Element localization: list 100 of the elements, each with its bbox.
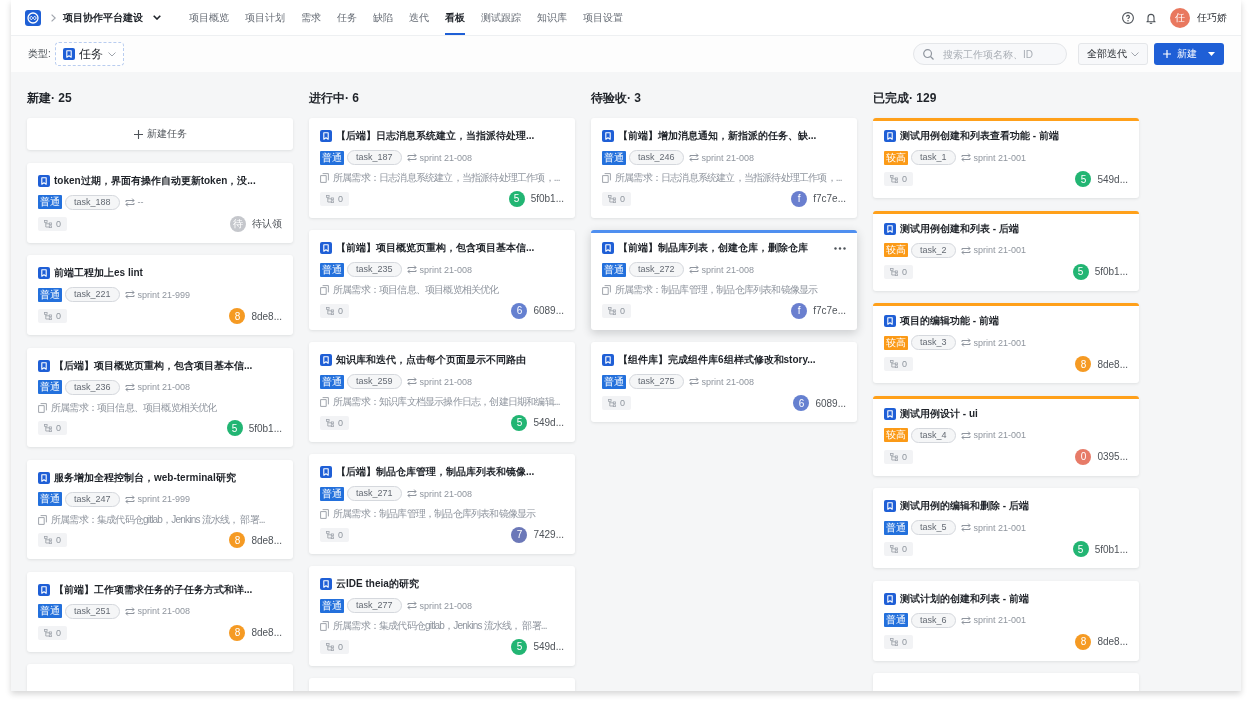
task-id: task_6 <box>911 612 956 628</box>
task-card[interactable]: 测试用例创建和列表 - 后端 较高 task_2 sprint 21-001 0 5 5f0b1... <box>873 210 1139 291</box>
search-field[interactable]: 搜索工作项名称、ID <box>913 43 1067 65</box>
nav-tab[interactable]: 项目计划 <box>245 0 285 35</box>
subtask-icon <box>326 194 334 203</box>
sprint-label: sprint 21-001 <box>973 430 1027 440</box>
user-avatar: 5 <box>226 420 243 436</box>
user-avatar: 8 <box>229 624 246 641</box>
priority-tag: 较高 <box>884 243 908 257</box>
nav-tab[interactable]: 项目概览 <box>189 0 229 35</box>
subtask-icon <box>890 267 898 276</box>
task-card[interactable]: 【前端】项目概览页重构，包含项目基本信... 普通 task_235 sprint 21-008 所属需求：项目信息、项目概览相关优化 0 6 6089... <box>309 230 575 330</box>
task-card[interactable]: 知识库和迭代，点击每个页面显示不同路由 普通 task_259 sprint 21-008 所属需求：知识库文档显示操作日志，创建日期和编辑... 0 5 549d... <box>309 342 575 442</box>
logo-icon[interactable] <box>25 9 41 26</box>
sprint-label: sprint 21-001 <box>973 245 1027 255</box>
subtask-count: 0 <box>902 544 907 554</box>
nav-tab[interactable]: 需求 <box>301 0 321 35</box>
task-card[interactable]: 【组件库】完成组件库6组样式修改和story... 普通 task_275 sprint 21-008 0 6 6089... <box>591 342 857 422</box>
assignee-name: 8de8... <box>1097 358 1128 370</box>
task-card[interactable]: 项目的编辑功能 - 前端 较高 task_3 sprint 21-001 0 8 8de8... <box>873 303 1139 383</box>
task-card[interactable]: 【前端】制品库列表，创建仓库，删除仓库 普通 task_272 sprint 21-008 所属需求：制品库管理，制品仓库列表和镜像显示 0 f f7c7e... <box>591 230 857 330</box>
task-card[interactable]: 测试计划的创建和列表 - 前端 普通 task_6 sprint 21-001 0 8 8de8... <box>873 580 1139 661</box>
sprint-label: sprint 21-008 <box>137 382 191 392</box>
task-id: task_259 <box>347 374 402 389</box>
priority-tag: 普通 <box>38 604 62 618</box>
user-name[interactable]: 任巧娇 <box>1197 10 1227 25</box>
bookmark-icon <box>38 583 50 596</box>
subtask-count: 0 <box>902 451 907 462</box>
assignee-name: 5f0b1... <box>1094 266 1128 277</box>
column-title: 进行中· 6 <box>309 90 359 106</box>
task-id: task_247 <box>65 491 120 507</box>
task-id: task_277 <box>347 598 402 613</box>
task-id: task_221 <box>65 287 120 302</box>
subtask-icon <box>890 452 898 461</box>
task-card[interactable]: 测试用例设计 - ui 较高 task_4 sprint 21-001 0 0 0395... <box>873 395 1139 476</box>
bookmark-icon <box>884 222 896 235</box>
bookmark-icon <box>320 354 332 366</box>
task-card[interactable]: 【后端】项目概览页重构，包含项目基本信... 普通 task_236 sprint 21-008 所属需求：项目信息、项目概览相关优化 0 5 5f0b1... <box>27 347 293 447</box>
card-title: 前端工程加上es lint <box>54 266 143 280</box>
chevron-down-icon <box>1131 51 1139 57</box>
subtask-icon <box>44 628 52 637</box>
task-card[interactable]: 云IDE theia的研究 普通 task_277 sprint 21-008 所属需求：集成代码仓gitlab，Jenkins 流水线， 部署... 0 5 549d... <box>309 566 575 666</box>
requirement-text: 所属需求：制品库管理，制品仓库列表和镜像显示 <box>615 283 818 297</box>
chevron-down-icon <box>153 15 161 20</box>
subtask-icon <box>890 637 898 646</box>
user-avatar: 5 <box>511 414 528 431</box>
sprint-label: sprint 21-008 <box>137 606 191 616</box>
document-icon <box>320 509 329 519</box>
priority-tag: 普通 <box>602 262 626 277</box>
help-icon[interactable] <box>1122 11 1134 24</box>
assignee-name: 8de8... <box>251 310 282 322</box>
task-card[interactable]: 【后端】日志消息系统建立，当指派待处理... 普通 task_187 sprint 21-008 所属需求：日志消息系统建立，当指派待处理工作项，... 0 5 5f0b1... <box>309 118 575 218</box>
subtask-count: 0 <box>56 218 61 229</box>
iteration-select[interactable]: 全部迭代 <box>1078 43 1148 65</box>
subtask-icon <box>608 399 616 407</box>
repeat-icon <box>960 153 971 162</box>
requirement-text: 所属需求：知识库文档显示操作日志，创建日期和编辑... <box>333 395 560 409</box>
assignee-name: 5f0b1... <box>1094 543 1128 555</box>
subtask-icon <box>44 219 52 228</box>
bell-icon[interactable] <box>1145 11 1157 24</box>
priority-tag: 普通 <box>320 150 344 165</box>
new-button[interactable]: 新建 <box>1154 43 1224 65</box>
bookmark-icon <box>602 130 614 142</box>
repeat-icon <box>124 606 135 616</box>
task-card[interactable]: 测试用例的编辑和删除 - 后端 普通 task_5 sprint 21-001 0 5 5f0b1... <box>873 488 1139 568</box>
task-id: task_5 <box>911 520 956 535</box>
task-card[interactable]: 服务增加全程控制台，web-terminal研究 普通 task_247 sprint 21-999 所属需求：集成代码仓gitlab，Jenkins 流水线， 部署... 0 8 8de8... <box>27 459 293 559</box>
add-task-button[interactable]: 新建任务 <box>27 118 293 150</box>
repeat-icon <box>688 153 699 162</box>
task-card[interactable]: 前端工程加上es lint 普通 task_221 sprint 21-999 0 8 8de8... <box>27 255 293 335</box>
subtask-count: 0 <box>338 529 343 540</box>
assignee-name: f7c7e... <box>813 305 846 316</box>
type-select[interactable]: 任务 <box>54 42 124 66</box>
subtask-icon <box>608 306 616 315</box>
nav-tab[interactable]: 迭代 <box>409 0 429 35</box>
nav-tab[interactable]: 测试跟踪 <box>481 0 521 35</box>
subtask-count: 0 <box>902 636 907 647</box>
priority-tag: 较高 <box>884 428 908 442</box>
task-card[interactable]: 【前端】增加消息通知，新指派的任务、缺... 普通 task_246 sprint 21-008 所属需求：日志消息系统建立，当指派待处理工作项，... 0 f f7c7e... <box>591 118 857 218</box>
task-card[interactable]: 【后端】制品仓库管理，制品库列表和镜像... 普通 task_271 sprint 21-008 所属需求：制品库管理，制品仓库列表和镜像显示 0 7 7429... <box>309 454 575 554</box>
nav-tab[interactable]: 项目设置 <box>583 0 623 35</box>
bookmark-icon <box>62 48 75 60</box>
repeat-icon <box>124 494 135 504</box>
document-icon <box>38 514 47 525</box>
card-title: 知识库和迭代，点击每个页面显示不同路由 <box>336 353 526 367</box>
task-card[interactable]: 【前端】工作项需求任务的子任务方式和详... 普通 task_251 sprint 21-008 0 8 8de8... <box>27 571 293 652</box>
assignee-name: 5f0b1... <box>530 193 564 204</box>
project-switcher[interactable]: 项目协作平台建设 <box>63 9 161 26</box>
priority-tag: 普通 <box>884 613 908 627</box>
card-title: 【后端】制品仓库管理，制品库列表和镜像... <box>336 465 535 479</box>
card-title: 【后端】项目概览页重构，包含项目基本信... <box>54 358 253 373</box>
card-title: 【前端】工作项需求任务的子任务方式和详... <box>54 582 253 597</box>
nav-tab[interactable]: 知识库 <box>537 0 567 35</box>
repeat-icon <box>960 523 971 532</box>
task-card[interactable]: 测试用例创建和列表查看功能 - 前端 较高 task_1 sprint 21-001 0 5 549d... <box>873 118 1139 198</box>
requirement-text: 所属需求：制品库管理，制品仓库列表和镜像显示 <box>333 507 536 521</box>
nav-tab[interactable]: 缺陷 <box>373 0 393 35</box>
more-icon[interactable] <box>834 246 846 250</box>
nav-tab[interactable]: 任务 <box>337 0 357 35</box>
user-avatar: 6 <box>511 302 528 319</box>
